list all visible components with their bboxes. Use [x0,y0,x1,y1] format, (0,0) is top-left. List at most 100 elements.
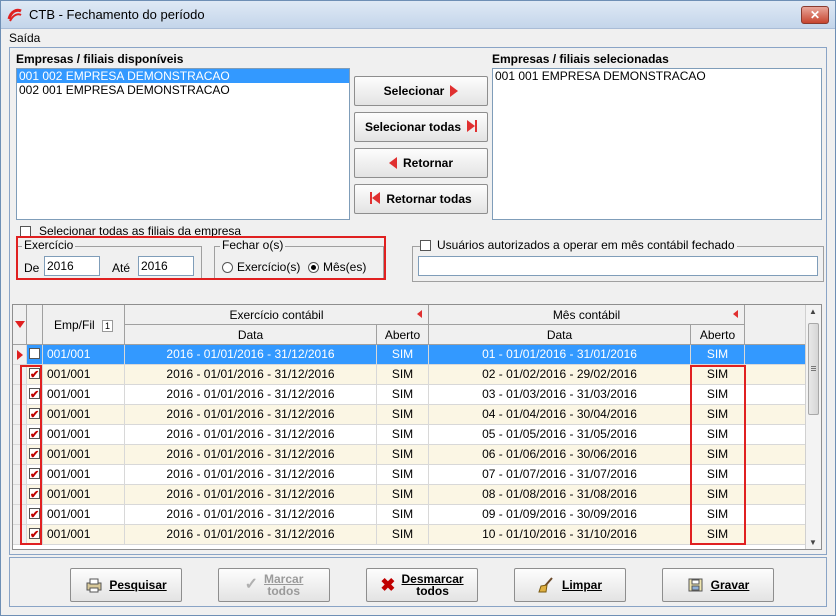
close-button[interactable]: ✕ [801,6,829,24]
cell-empfil: 001/001 [43,525,125,544]
table-row[interactable]: 001/0012016 - 01/01/2016 - 31/12/2016SIM… [13,485,807,505]
grid-vertical-scrollbar[interactable]: ▲ ▼ [805,305,821,549]
unmark-all-button[interactable]: ✖ Desmarcar todos [366,568,478,602]
mes-data-header[interactable]: Data [429,325,691,345]
available-companies-list[interactable]: 001 002 EMPRESA DEMONSTRACAO 002 001 EMP… [16,68,350,220]
row-indicator [13,345,27,364]
list-item[interactable]: 001 001 EMPRESA DEMONSTRACAO [493,69,821,83]
collapse-left-icon[interactable] [417,310,422,318]
usuarios-label: Usuários autorizados a operar em mês con… [437,238,735,252]
mark-all-button[interactable]: ✓ Marcar todos [218,568,330,602]
select-button[interactable]: Selecionar [354,76,488,106]
cell-empfil: 001/001 [43,485,125,504]
cell-ex-aberto: SIM [377,505,429,524]
list-item[interactable]: 001 002 EMPRESA DEMONSTRACAO [17,69,349,83]
scroll-down-icon[interactable]: ▼ [809,538,817,547]
table-row[interactable]: 001/0012016 - 01/01/2016 - 31/12/2016SIM… [13,505,807,525]
table-row[interactable]: 001/0012016 - 01/01/2016 - 31/12/2016SIM… [13,425,807,445]
highlight-box-filters [16,236,386,280]
arrow-left-icon [388,157,397,169]
ex-data-header[interactable]: Data [125,325,377,345]
printer-search-icon [86,578,102,593]
main-panel: Empresas / filiais disponíveis 001 002 E… [9,47,827,555]
unmark-all-label-line2: todos [416,584,449,598]
list-item[interactable]: 002 001 EMPRESA DEMONSTRACAO [17,83,349,97]
table-row[interactable]: 001/0012016 - 01/01/2016 - 31/12/2016SIM… [13,405,807,425]
table-row[interactable]: 001/0012016 - 01/01/2016 - 31/12/2016SIM… [13,365,807,385]
select-all-button[interactable]: Selecionar todas [354,112,488,142]
sort-order-badge: 1 [102,320,114,332]
usuarios-input[interactable] [418,256,818,276]
cell-ex-data: 2016 - 01/01/2016 - 31/12/2016 [125,365,377,384]
usuarios-header: Usuários autorizados a operar em mês con… [420,238,737,252]
return-all-button[interactable]: Retornar todas [354,184,488,214]
app-logo-icon [7,8,22,22]
cell-ex-data: 2016 - 01/01/2016 - 31/12/2016 [125,345,377,364]
menu-bar: Saída [1,29,835,47]
cell-mes-data: 07 - 01/07/2016 - 31/07/2016 [429,465,691,484]
grid-header-filler [745,305,807,345]
scroll-up-icon[interactable]: ▲ [809,307,817,316]
cell-empfil: 001/001 [43,345,125,364]
selected-companies-list[interactable]: 001 001 EMPRESA DEMONSTRACAO [492,68,822,220]
table-row[interactable]: 001/0012016 - 01/01/2016 - 31/12/2016SIM… [13,445,807,465]
cell-mes-data: 08 - 01/08/2016 - 31/08/2016 [429,485,691,504]
cell-mes-data: 10 - 01/10/2016 - 31/10/2016 [429,525,691,544]
mark-all-label-line2: todos [267,584,301,598]
table-row[interactable]: 001/0012016 - 01/01/2016 - 31/12/2016SIM… [13,385,807,405]
cell-mes-data: 09 - 01/09/2016 - 30/09/2016 [429,505,691,524]
cell-ex-aberto: SIM [377,485,429,504]
selected-list-label: Empresas / filiais selecionadas [492,52,669,66]
clear-button-label: Limpar [561,578,602,592]
search-button[interactable]: Pesquisar [70,568,182,602]
table-row[interactable]: 001/0012016 - 01/01/2016 - 31/12/2016SIM… [13,465,807,485]
ex-aberto-header[interactable]: Aberto [377,325,429,345]
empfil-header-label: Emp/Fil [53,318,95,332]
menu-saida[interactable]: Saída [9,31,40,45]
cell-ex-aberto: SIM [377,425,429,444]
save-disk-icon [688,578,703,592]
cell-ex-aberto: SIM [377,525,429,544]
select-all-button-label: Selecionar todas [364,120,462,134]
mes-aberto-header[interactable]: Aberto [691,325,745,345]
cell-empfil: 001/001 [43,385,125,404]
cell-empfil: 001/001 [43,365,125,384]
broom-icon [538,577,553,593]
cell-mes-aberto: SIM [691,345,745,364]
cell-mes-data: 01 - 01/01/2016 - 31/01/2016 [429,345,691,364]
table-row[interactable]: 001/0012016 - 01/01/2016 - 31/12/2016SIM… [13,345,807,365]
return-button[interactable]: Retornar [354,148,488,178]
table-row[interactable]: 001/0012016 - 01/01/2016 - 31/12/2016SIM… [13,525,807,545]
current-row-icon [16,350,23,360]
cell-empfil: 001/001 [43,505,125,524]
cell-empfil: 001/001 [43,465,125,484]
cell-ex-data: 2016 - 01/01/2016 - 31/12/2016 [125,465,377,484]
mes-group-header: Mês contábil [429,305,745,325]
cell-ex-data: 2016 - 01/01/2016 - 31/12/2016 [125,505,377,524]
cell-mes-data: 05 - 01/05/2016 - 31/05/2016 [429,425,691,444]
cell-ex-data: 2016 - 01/01/2016 - 31/12/2016 [125,405,377,424]
x-icon: ✖ [380,575,396,595]
empfil-header[interactable]: Emp/Fil 1 [43,305,125,345]
action-bar: Pesquisar ✓ Marcar todos ✖ Desmarcar tod… [9,557,827,607]
available-list-label: Empresas / filiais disponíveis [16,52,184,66]
cell-empfil: 001/001 [43,425,125,444]
save-button[interactable]: Gravar [662,568,774,602]
exercicio-group-label: Exercício contábil [229,308,324,322]
collapse-left-icon[interactable] [733,310,738,318]
scroll-thumb[interactable] [808,323,819,415]
return-all-button-label: Retornar todas [386,192,472,206]
arrow-right-end-icon [467,119,478,135]
sort-down-icon [14,321,25,328]
cell-ex-aberto: SIM [377,465,429,484]
row-checkbox-cell [27,345,43,364]
cell-ex-data: 2016 - 01/01/2016 - 31/12/2016 [125,425,377,444]
usuarios-checkbox[interactable] [420,239,431,251]
select-all-branches-checkbox[interactable] [20,225,31,237]
cell-ex-aberto: SIM [377,345,429,364]
clear-button[interactable]: Limpar [514,568,626,602]
cell-mes-data: 06 - 01/06/2016 - 30/06/2016 [429,445,691,464]
arrow-right-icon [450,85,459,97]
row-checkbox[interactable] [29,348,40,359]
unmark-all-label: Desmarcar todos [402,573,464,597]
